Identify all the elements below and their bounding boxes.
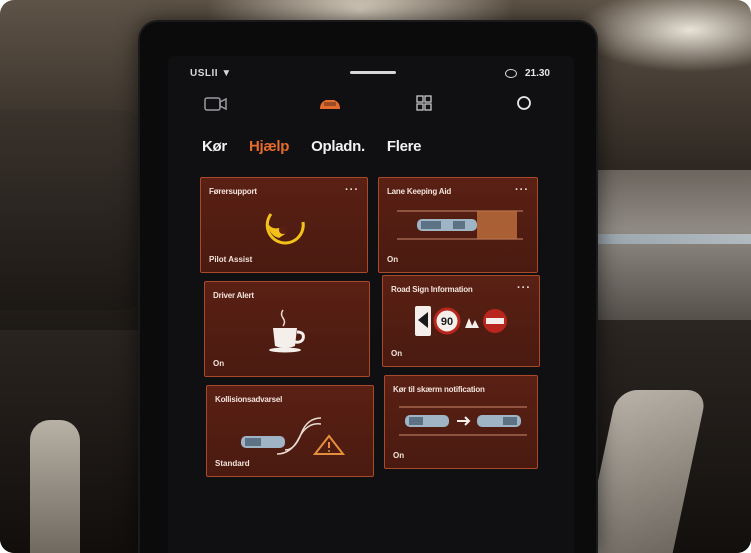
speed-limit-value: 90 [441,316,453,328]
wifi-icon [504,69,517,78]
tab-help[interactable]: Hjælp [249,138,289,155]
status-left-text: USLII ▼ [190,68,232,79]
tile-driver-support[interactable]: Førersupport ··· Pilot Assist [200,177,368,273]
tile-title: Kollisionsadvarsel [215,395,283,404]
drive-off-notification-icon [399,406,527,436]
tab-more[interactable]: Flere [387,138,422,155]
more-options-icon[interactable]: ··· [345,184,359,196]
tile-title: Lane Keeping Aid [387,187,452,196]
profile-icon[interactable] [516,95,532,111]
tile-status: Standard [215,459,250,468]
grid-icon[interactable] [416,95,432,111]
camera-icon[interactable] [204,96,228,112]
door-trim [30,420,80,553]
tile-title: Førersupport [209,187,257,196]
coffee-cup-icon [269,309,305,353]
assist-tile-grid: Førersupport ··· Pilot Assist Lane Keepi… [190,171,550,481]
car-icon[interactable] [318,96,342,112]
status-time: 21.30 [524,68,550,79]
dashboard-left [0,110,150,310]
tile-driver-alert[interactable]: Driver Alert On [204,281,370,377]
road-sign-icon: 90 [415,306,507,336]
dashboard-right-panel [590,170,751,320]
quick-icon-row [168,92,574,122]
tile-title: Kør til skærm notification [393,385,485,394]
tile-lane-keeping-aid[interactable]: Lane Keeping Aid ··· On [378,177,538,273]
drag-handle[interactable] [350,71,396,74]
lane-keeping-icon [397,210,523,240]
tile-title: Road Sign Information [391,285,473,294]
tile-status: On [213,359,225,368]
steering-assist-icon [265,213,305,245]
car-interior-photo: USLII ▼ 21.30 Kør Hjælp Opladn. Flere Fø… [0,0,751,553]
tile-status: On [387,255,399,264]
tile-status: Pilot Assist [209,255,253,264]
tile-status: On [391,349,403,358]
tile-drive-off-notification[interactable]: Kør til skærm notification On [384,375,538,469]
more-options-icon[interactable]: ··· [515,184,529,196]
collision-warning-icon [241,417,346,455]
tile-collision-warning[interactable]: Kollisionsadvarsel Standard [206,385,374,477]
tab-bar: Kør Hjælp Opladn. Flere [202,134,562,158]
tile-status: On [393,451,405,460]
tile-road-sign-information[interactable]: Road Sign Information ··· 90 On [382,275,540,367]
tab-drive[interactable]: Kør [202,138,227,155]
tile-title: Driver Alert [213,291,254,300]
tab-charging[interactable]: Opladn. [311,138,365,155]
more-options-icon[interactable]: ··· [517,282,531,294]
status-bar: USLII ▼ 21.30 [168,56,574,92]
status-right: 21.30 [504,68,550,79]
infotainment-screen: USLII ▼ 21.30 Kør Hjælp Opladn. Flere Fø… [168,56,574,553]
